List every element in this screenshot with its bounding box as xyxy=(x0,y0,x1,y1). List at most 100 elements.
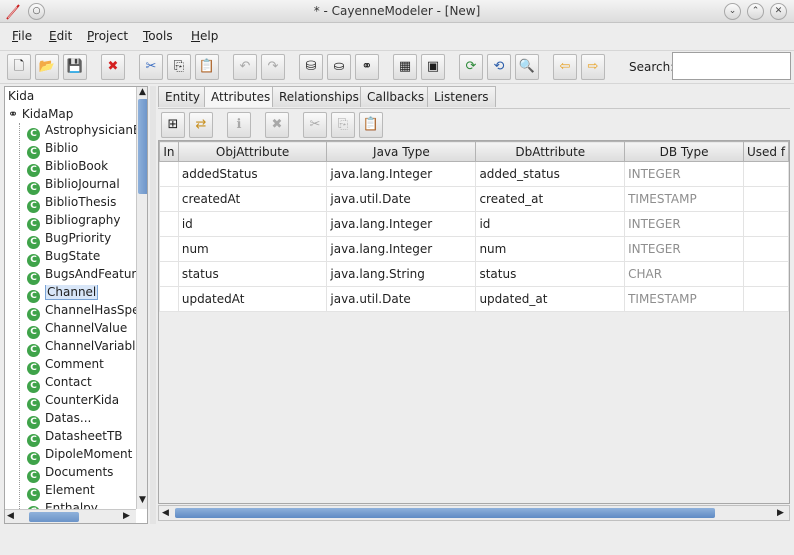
table-cell[interactable]: INTEGER xyxy=(624,211,745,237)
tree-entity-node[interactable]: C Biblio xyxy=(27,141,137,159)
add-attribute-button[interactable]: ⊞ xyxy=(161,112,185,138)
tree-entity-node[interactable]: C DatasheetTB xyxy=(27,429,137,447)
table-row[interactable]: id java.lang.Integer id INTEGER xyxy=(159,211,789,237)
redo-button[interactable]: ↷ xyxy=(261,54,285,80)
table-cell[interactable]: java.util.Date xyxy=(326,186,477,212)
table-horizontal-scroll-thumb[interactable] xyxy=(175,508,715,518)
search-input[interactable] xyxy=(672,52,791,80)
table-horizontal-scrollbar[interactable]: ◀ ▶ xyxy=(158,505,790,521)
cut-attribute-button[interactable]: ✂ xyxy=(303,112,327,138)
scroll-up-icon[interactable]: ▲ xyxy=(139,87,146,97)
menu-project[interactable]: Project xyxy=(87,29,128,43)
tab-attributes[interactable]: Attributes xyxy=(204,86,278,107)
create-entity-button[interactable]: ⚭ xyxy=(355,54,379,80)
column-header[interactable]: In xyxy=(159,141,179,162)
table-cell[interactable]: num xyxy=(475,236,626,262)
table-cell[interactable] xyxy=(743,236,789,262)
tree-entity-node[interactable]: C Documents xyxy=(27,465,137,483)
sync-dbentity-button[interactable]: ⇄ xyxy=(189,112,213,138)
column-header[interactable]: DB Type xyxy=(624,141,745,162)
table-row[interactable]: createdAt java.util.Date created_at TIMESTA… xyxy=(159,186,789,212)
back-button[interactable]: ⇦ xyxy=(553,54,577,80)
table-cell[interactable] xyxy=(159,286,179,312)
table-cell[interactable] xyxy=(159,161,179,187)
tree-horizontal-scroll-thumb[interactable] xyxy=(29,512,79,522)
tree-datamap-node[interactable]: ⚭ KidaMap xyxy=(8,107,73,121)
copy-attribute-button[interactable]: ⎘ xyxy=(331,112,355,138)
tree-entity-node[interactable]: C CounterKida xyxy=(27,393,137,411)
minimize-button[interactable]: ⌄ xyxy=(724,3,741,20)
create-datanode-button[interactable]: ⛁ xyxy=(299,54,323,80)
tree-entity-node[interactable]: C BiblioBook xyxy=(27,159,137,177)
save-button[interactable]: 💾 xyxy=(63,54,87,80)
table-cell[interactable]: createdAt xyxy=(177,186,328,212)
remove-button[interactable]: ✖ xyxy=(101,54,125,80)
column-header[interactable]: Used f xyxy=(743,141,789,162)
table-cell[interactable]: addedStatus xyxy=(177,161,328,187)
new-project-button[interactable]: 🗋 xyxy=(7,54,31,80)
table-cell[interactable] xyxy=(159,261,179,287)
open-project-button[interactable]: 📂 xyxy=(35,54,59,80)
scroll-left-icon[interactable]: ◀ xyxy=(7,511,14,521)
table-cell[interactable]: CHAR xyxy=(624,261,745,287)
menu-file[interactable]: File xyxy=(12,29,32,43)
cut-button[interactable]: ✂ xyxy=(139,54,163,80)
tree-entity-node[interactable]: C BugsAndFeatur xyxy=(27,267,137,285)
table-row[interactable]: num java.lang.Integer num INTEGER xyxy=(159,236,789,262)
table-cell[interactable]: TIMESTAMP xyxy=(624,186,745,212)
table-cell[interactable]: TIMESTAMP xyxy=(624,286,745,312)
table-cell[interactable]: java.util.Date xyxy=(326,286,477,312)
table-cell[interactable] xyxy=(743,261,789,287)
tab-entity[interactable]: Entity xyxy=(158,86,208,107)
table-cell[interactable]: updated_at xyxy=(475,286,626,312)
tree-entity-node[interactable]: C BugPriority xyxy=(27,231,137,249)
tree-entity-node[interactable]: C Channel xyxy=(27,285,137,303)
tree-entity-node[interactable]: C Comment xyxy=(27,357,137,375)
table-cell[interactable]: created_at xyxy=(475,186,626,212)
table-cell[interactable] xyxy=(159,211,179,237)
tree-entity-node[interactable]: C ChannelValue xyxy=(27,321,137,339)
undo-button[interactable]: ↶ xyxy=(233,54,257,80)
forward-button[interactable]: ⇨ xyxy=(581,54,605,80)
tree-vertical-scrollbar[interactable]: ▲ ▼ xyxy=(136,87,147,509)
tree-entity-node[interactable]: C ChannelHasSpe xyxy=(27,303,137,321)
table-cell[interactable]: id xyxy=(475,211,626,237)
create-query-button[interactable]: ▣ xyxy=(421,54,445,80)
create-datamap-button[interactable]: ⛀ xyxy=(327,54,351,80)
table-cell[interactable] xyxy=(743,186,789,212)
table-cell[interactable] xyxy=(159,236,179,262)
menu-tools[interactable]: Tools xyxy=(143,29,173,43)
paste-button[interactable]: 📋 xyxy=(195,54,219,80)
scroll-left-icon[interactable]: ◀ xyxy=(162,508,169,518)
menu-edit[interactable]: Edit xyxy=(49,29,72,43)
table-cell[interactable]: INTEGER xyxy=(624,161,745,187)
tree-entity-node[interactable]: C Bibliography xyxy=(27,213,137,231)
menu-help[interactable]: Help xyxy=(191,29,218,43)
table-cell[interactable] xyxy=(743,211,789,237)
tree-entity-node[interactable]: C BiblioJournal xyxy=(27,177,137,195)
table-row[interactable]: addedStatus java.lang.Integer added_status… xyxy=(159,161,789,187)
tab-callbacks[interactable]: Callbacks xyxy=(360,86,432,107)
table-cell[interactable] xyxy=(159,186,179,212)
edit-attribute-button[interactable]: ℹ xyxy=(227,112,251,138)
table-cell[interactable]: java.lang.String xyxy=(326,261,477,287)
tree-root-node[interactable]: Kida xyxy=(8,89,34,103)
scroll-down-icon[interactable]: ▼ xyxy=(139,495,146,505)
tree-entity-node[interactable]: C BiblioThesis xyxy=(27,195,137,213)
table-cell[interactable]: java.lang.Integer xyxy=(326,211,477,237)
create-procedure-button[interactable]: ▦ xyxy=(393,54,417,80)
tree-entity-node[interactable]: C Contact xyxy=(27,375,137,393)
table-row[interactable]: updatedAt java.util.Date updated_at TIMESTA… xyxy=(159,286,789,312)
table-cell[interactable]: INTEGER xyxy=(624,236,745,262)
table-cell[interactable] xyxy=(743,286,789,312)
generate-db-button[interactable]: ⟳ xyxy=(459,54,483,80)
tree-entity-node[interactable]: C Datas... xyxy=(27,411,137,429)
close-button[interactable]: ✕ xyxy=(770,3,787,20)
table-cell[interactable]: updatedAt xyxy=(177,286,328,312)
remove-attribute-button[interactable]: ✖ xyxy=(265,112,289,138)
tree-entity-node[interactable]: C ChannelVariabl xyxy=(27,339,137,357)
scroll-right-icon[interactable]: ▶ xyxy=(123,511,130,521)
copy-button[interactable]: ⎘ xyxy=(167,54,191,80)
table-cell[interactable]: java.lang.Integer xyxy=(326,161,477,187)
table-cell[interactable]: id xyxy=(177,211,328,237)
